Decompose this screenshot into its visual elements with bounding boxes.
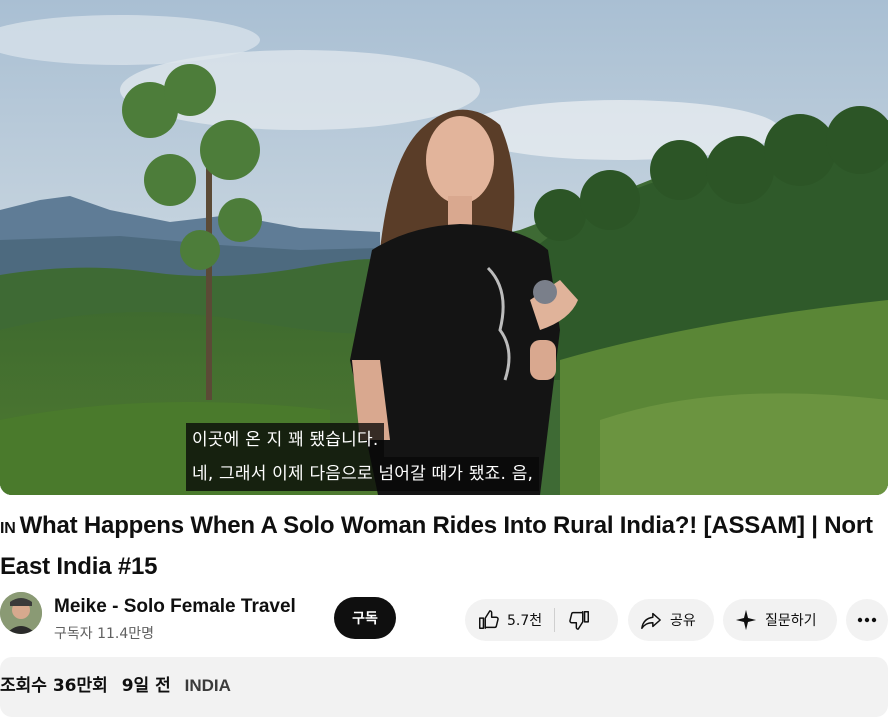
- subscribe-button[interactable]: 구독: [334, 597, 396, 639]
- video-title-text: What Happens When A Solo Woman Rides Int…: [0, 512, 873, 580]
- channel-name[interactable]: Meike - Solo Female Travel: [54, 596, 296, 618]
- share-icon: [641, 612, 661, 629]
- video-player[interactable]: 이곳에 온 지 꽤 됐습니다. 네, 그래서 이제 다음으로 넘어갈 때가 됐죠…: [0, 0, 888, 495]
- video-title: IN What Happens When A Solo Woman Rides I…: [0, 507, 884, 586]
- description-meta: 조회수 36만회 9일 전 INDIA: [0, 671, 239, 696]
- upload-age: 9일 전: [121, 676, 171, 696]
- subtitle-line-1: 이곳에 온 지 꽤 됐습니다.: [186, 423, 385, 457]
- like-count: 5.7천: [507, 613, 543, 629]
- view-count: 조회수 36만회: [0, 676, 108, 696]
- video-frame: [0, 0, 888, 495]
- share-label: 공유: [670, 613, 696, 629]
- share-button[interactable]: 공유: [628, 599, 714, 641]
- subtitle-line-2: 네, 그래서 이제 다음으로 넘어갈 때가 됐죠. 음,: [186, 457, 540, 491]
- subscriber-count: 구독자 11.4만명: [54, 626, 155, 642]
- more-icon: [857, 617, 877, 623]
- dislike-button[interactable]: [555, 599, 591, 641]
- like-button[interactable]: 5.7천: [465, 599, 554, 641]
- like-dislike-group: 5.7천: [465, 599, 618, 641]
- thumbs-up-icon: [479, 610, 499, 629]
- more-actions-button[interactable]: [846, 599, 888, 641]
- channel-avatar[interactable]: [0, 592, 42, 634]
- sparkle-icon: [735, 609, 757, 631]
- hashtag-link[interactable]: INDIA: [185, 676, 231, 695]
- avatar-image: [0, 592, 42, 634]
- ask-button[interactable]: 질문하기: [723, 599, 837, 641]
- ask-label: 질문하기: [765, 613, 817, 629]
- country-flag: IN: [0, 520, 16, 537]
- thumbs-down-icon: [569, 611, 590, 630]
- subtitles: 이곳에 온 지 꽤 됐습니다. 네, 그래서 이제 다음으로 넘어갈 때가 됐죠…: [186, 423, 540, 491]
